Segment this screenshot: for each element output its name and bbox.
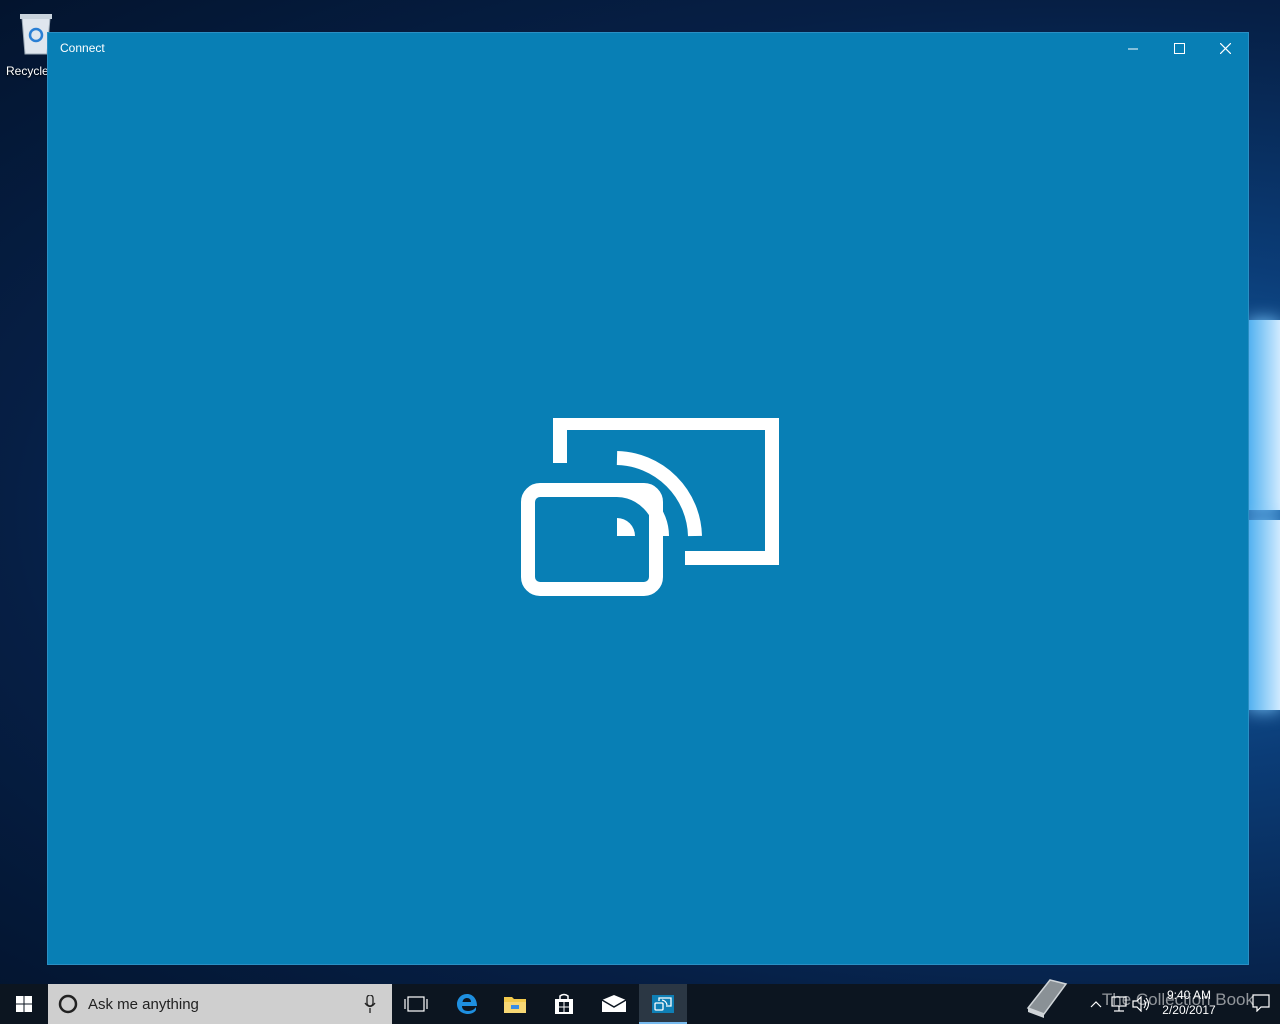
task-view-icon (404, 996, 428, 1012)
connect-icon (652, 995, 674, 1013)
recycle-bin-label: Recycle (6, 64, 49, 78)
minimize-icon (1128, 48, 1138, 49)
taskbar: Ask me anything The Collection Book 9:40… (0, 979, 1280, 1024)
taskbar-connect[interactable] (639, 984, 687, 1024)
volume-icon[interactable] (1132, 996, 1150, 1012)
maximize-icon (1173, 43, 1185, 54)
search-placeholder: Ask me anything (88, 996, 199, 1013)
taskbar-edge[interactable] (443, 984, 491, 1024)
show-hidden-icons-icon[interactable] (1090, 1000, 1102, 1008)
mail-icon (601, 995, 627, 1012)
store-icon (555, 993, 573, 1014)
maximize-button[interactable] (1156, 33, 1202, 64)
cortana-search-box[interactable]: Ask me anything (48, 984, 392, 1024)
connect-app-window: Connect (47, 32, 1249, 965)
clock-date: 2/20/2017 (1162, 1003, 1216, 1017)
title-bar[interactable]: Connect (48, 33, 1248, 64)
taskbar-file-explorer[interactable] (491, 984, 539, 1024)
cortana-icon (58, 994, 78, 1014)
system-tray: The Collection Book 9:40 AM 2/20/2017 (1020, 979, 1280, 1024)
connect-hero (520, 416, 780, 603)
taskbar-store[interactable] (540, 984, 588, 1024)
file-explorer-icon (504, 997, 526, 1013)
connect-icon (521, 416, 779, 596)
microphone-icon[interactable] (364, 995, 376, 1013)
action-center-icon[interactable] (1252, 994, 1270, 1012)
taskbar-clock[interactable]: 9:40 AM 2/20/2017 (1154, 988, 1224, 1018)
close-icon (1219, 43, 1231, 54)
network-icon[interactable] (1110, 996, 1128, 1012)
taskbar-mail[interactable] (590, 984, 638, 1024)
window-title: Connect (60, 41, 105, 55)
start-button[interactable] (0, 984, 48, 1024)
minimize-button[interactable] (1110, 33, 1156, 64)
close-button[interactable] (1202, 33, 1248, 64)
task-view-button[interactable] (392, 984, 440, 1024)
clock-time: 9:40 AM (1166, 988, 1212, 1002)
windows-logo-icon (16, 996, 32, 1012)
book-icon (1026, 979, 1068, 1018)
edge-icon (457, 994, 477, 1014)
